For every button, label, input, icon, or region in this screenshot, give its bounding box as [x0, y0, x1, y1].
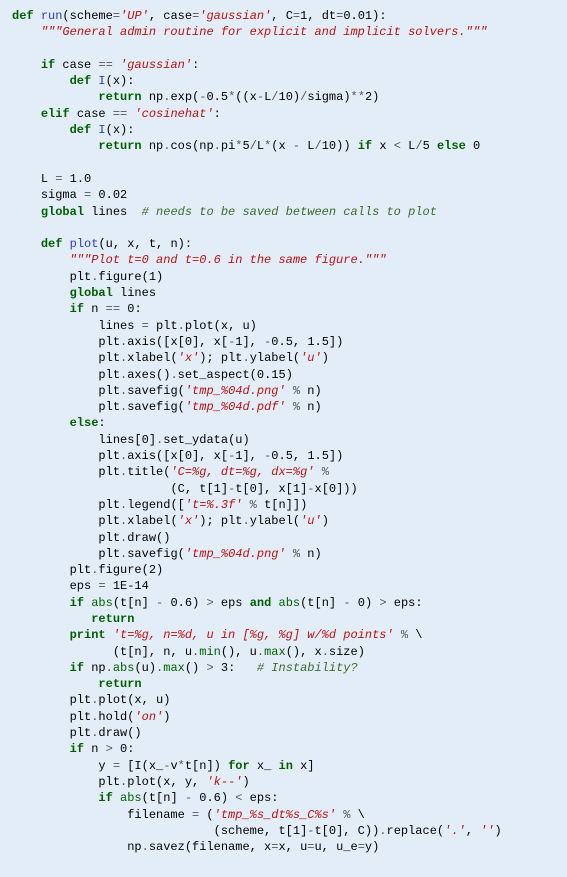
comment: # needs to be saved between calls to plo…: [142, 205, 437, 219]
kw-def: def: [12, 9, 34, 23]
docstring: """General admin routine for explicit an…: [41, 25, 487, 39]
python-code-block: def run(scheme='UP', case='gaussian', C=…: [0, 0, 567, 865]
docstring: """Plot t=0 and t=0.6 in the same figure…: [70, 253, 387, 267]
comment: # Instability?: [257, 661, 358, 675]
fn-run: run: [41, 9, 63, 23]
fn-plot: plot: [70, 237, 99, 251]
